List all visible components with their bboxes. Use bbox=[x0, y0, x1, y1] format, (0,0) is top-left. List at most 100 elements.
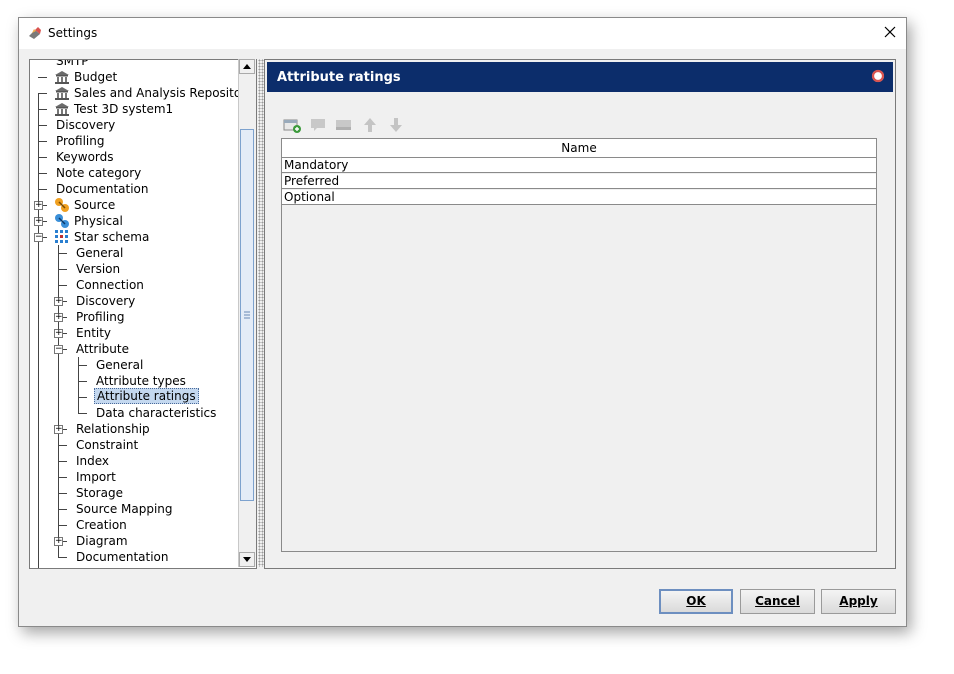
tree-item[interactable]: Storage bbox=[30, 485, 245, 501]
tree-item-label: Sales and Analysis Repository1 bbox=[74, 86, 257, 100]
tree-item[interactable]: Attribute ratings bbox=[30, 388, 245, 405]
scroll-thumb[interactable] bbox=[240, 129, 254, 501]
tree-item[interactable]: Profiling bbox=[30, 133, 245, 149]
tree-item[interactable]: + Profiling bbox=[30, 309, 245, 325]
expand-icon[interactable]: + bbox=[54, 537, 63, 546]
tree-item[interactable]: Documentation bbox=[30, 549, 245, 565]
tree-item-label: Physical bbox=[74, 214, 123, 228]
tree-item-label: Note category bbox=[56, 166, 142, 180]
tree-item-label: Attribute types bbox=[96, 374, 186, 388]
panel-title: Attribute ratings bbox=[277, 70, 401, 85]
move-up-icon[interactable] bbox=[361, 116, 379, 134]
tree-item[interactable]: General bbox=[30, 245, 245, 261]
tree-item[interactable]: + Entity bbox=[30, 325, 245, 341]
tree-item-label: Attribute ratings bbox=[94, 388, 199, 404]
apply-label: Apply bbox=[839, 594, 878, 608]
tree-item[interactable]: + Physical bbox=[30, 213, 245, 229]
expand-icon[interactable]: + bbox=[54, 313, 63, 322]
tree-item[interactable]: Creation bbox=[30, 517, 245, 533]
tree-item-label: Import bbox=[76, 470, 116, 484]
expand-icon[interactable]: + bbox=[34, 201, 43, 210]
tree-item[interactable]: − Star schema bbox=[30, 229, 245, 245]
tree-item-label: General bbox=[76, 246, 124, 260]
expand-icon[interactable]: + bbox=[54, 425, 63, 434]
table-row[interactable]: Preferred bbox=[282, 174, 876, 189]
close-icon bbox=[884, 26, 896, 41]
tree-item[interactable]: − Attribute bbox=[30, 341, 245, 357]
column-header-name[interactable]: Name bbox=[282, 139, 876, 158]
tree-item-label: Discovery bbox=[76, 294, 136, 308]
delete-icon[interactable] bbox=[335, 116, 353, 134]
tree-item[interactable]: Keywords bbox=[30, 149, 245, 165]
tree-item[interactable]: Connection bbox=[30, 277, 245, 293]
tree-item[interactable]: Constraint bbox=[30, 437, 245, 453]
tree-item[interactable]: Sales and Analysis Repository1 bbox=[30, 85, 256, 101]
settings-dialog: Settings SMTP Budget Sales and Analysis Re… bbox=[18, 17, 907, 627]
tree-item[interactable]: + Relationship bbox=[30, 421, 245, 437]
tree-item[interactable]: + Source bbox=[30, 197, 245, 213]
tree-item-label: Attribute bbox=[76, 342, 129, 356]
table-row[interactable]: Mandatory bbox=[282, 158, 876, 173]
tree-item-label: Index bbox=[76, 454, 110, 468]
expand-icon[interactable]: + bbox=[54, 297, 63, 306]
tree-item-label: Documentation bbox=[76, 550, 169, 564]
tree-item[interactable]: Budget bbox=[30, 69, 245, 85]
panel-header: Attribute ratings bbox=[267, 62, 893, 92]
tree-item[interactable]: Version bbox=[30, 261, 245, 277]
tree-item-label: Storage bbox=[76, 486, 123, 500]
tree-item[interactable]: Discovery bbox=[30, 117, 245, 133]
move-down-icon[interactable] bbox=[387, 116, 405, 134]
tree-item-label: Test 3D system1 bbox=[74, 102, 174, 116]
tree-item[interactable]: Import bbox=[30, 469, 245, 485]
arrow-up-icon bbox=[243, 64, 251, 69]
tree-item[interactable]: Note category bbox=[30, 165, 245, 181]
tree-item[interactable]: + Discovery bbox=[30, 293, 245, 309]
tree-item-label: Documentation bbox=[56, 182, 149, 196]
add-icon[interactable] bbox=[283, 116, 301, 134]
tree-item-label: Profiling bbox=[76, 310, 125, 324]
collapse-icon[interactable]: − bbox=[54, 345, 63, 354]
settings-content-panel: Attribute ratings Name Mandatory Preferr… bbox=[264, 59, 896, 569]
tree-item-label: Profiling bbox=[56, 134, 105, 148]
tree-item[interactable]: Data characteristics bbox=[30, 405, 245, 421]
tree-item-label: Version bbox=[76, 262, 121, 276]
help-icon[interactable] bbox=[871, 69, 885, 83]
arrow-down-icon bbox=[243, 557, 251, 562]
expand-icon[interactable]: + bbox=[54, 329, 63, 338]
tree-item[interactable]: Test 3D system1 bbox=[30, 101, 245, 117]
collapse-icon[interactable]: − bbox=[34, 233, 43, 242]
scroll-down-button[interactable] bbox=[239, 552, 255, 567]
tree-item[interactable]: Source Mapping bbox=[30, 501, 245, 517]
ok-label: OK bbox=[686, 594, 706, 608]
tree-item[interactable]: + Diagram bbox=[30, 533, 245, 549]
tree-item-label: Source bbox=[74, 198, 116, 212]
tree-item-label: General bbox=[96, 358, 144, 372]
ratings-table: Name Mandatory Preferred Optional bbox=[281, 138, 877, 552]
close-button[interactable] bbox=[874, 18, 906, 49]
tree-item-label: Keywords bbox=[56, 150, 114, 164]
expand-icon[interactable]: + bbox=[34, 217, 43, 226]
tree-item-label: Diagram bbox=[76, 534, 128, 548]
cancel-button[interactable]: Cancel bbox=[740, 589, 815, 614]
tree-item[interactable]: Documentation bbox=[30, 181, 245, 197]
settings-tree: SMTP Budget Sales and Analysis Repository1… bbox=[29, 59, 257, 569]
grip-icon bbox=[244, 311, 250, 319]
tree-item[interactable]: General bbox=[30, 357, 245, 373]
scroll-up-button[interactable] bbox=[239, 59, 255, 74]
tree-item-label: Constraint bbox=[76, 438, 139, 452]
tree-item[interactable]: Attribute types bbox=[30, 373, 245, 389]
tree-item-label: SMTP bbox=[56, 59, 89, 68]
window-title: Settings bbox=[48, 26, 98, 40]
title-bar: Settings bbox=[19, 18, 906, 49]
tree-item-label: Data characteristics bbox=[96, 406, 217, 420]
tree-item-label: Budget bbox=[74, 70, 118, 84]
table-row[interactable]: Optional bbox=[282, 190, 876, 205]
edit-icon[interactable] bbox=[309, 116, 327, 134]
apply-button[interactable]: Apply bbox=[821, 589, 896, 614]
tree-item-label: Connection bbox=[76, 278, 144, 292]
ok-button[interactable]: OK bbox=[659, 589, 733, 614]
tree-item[interactable]: Index bbox=[30, 453, 245, 469]
tree-item-label: Star schema bbox=[74, 230, 150, 244]
tree-scrollbar[interactable] bbox=[238, 59, 256, 567]
tree-item[interactable]: SMTP bbox=[30, 59, 245, 69]
